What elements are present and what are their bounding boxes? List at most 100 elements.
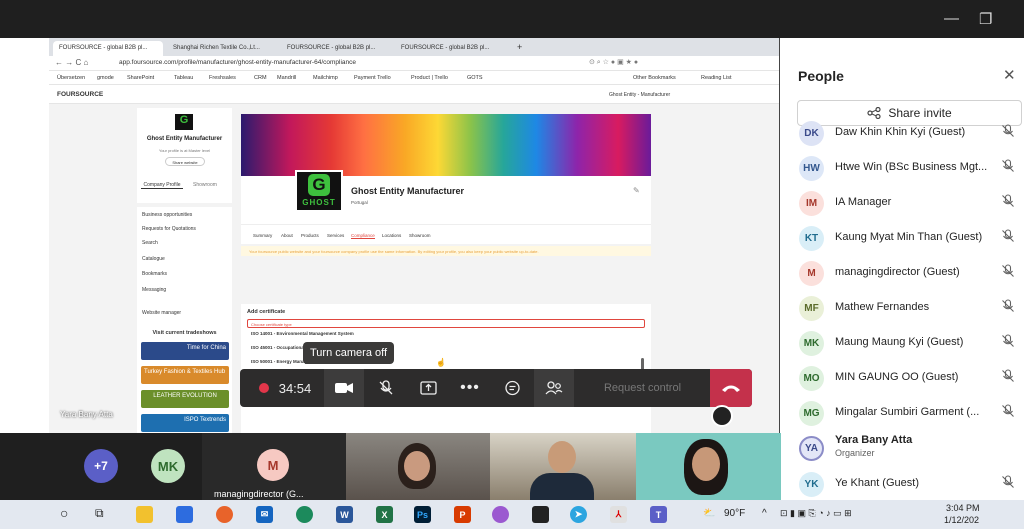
powerpoint-icon[interactable]: P (454, 506, 471, 523)
mail-icon[interactable]: ✉ (256, 506, 273, 523)
account-menu[interactable]: Ghost Entity - Manufacturer (609, 92, 670, 98)
participant-avatar-mk[interactable]: MK (151, 449, 185, 483)
showroom-tab[interactable]: Showroom (193, 182, 217, 188)
browser-tab[interactable]: FOURSOURCE - global B2B pl... (281, 41, 391, 56)
app-icon[interactable] (532, 506, 549, 523)
company-profile-tab[interactable]: Company Profile (141, 182, 183, 189)
restore-button[interactable]: ❐ (979, 10, 992, 28)
bookmark[interactable]: Product | Trello (411, 75, 448, 81)
participant-avatar: DK (799, 121, 824, 146)
leave-call-button[interactable] (710, 369, 752, 407)
bookmark[interactable]: CRM (254, 75, 267, 81)
site-brand[interactable]: FOURSOURCE (57, 91, 103, 98)
tab-locations[interactable]: Locations (382, 233, 401, 238)
camera-button[interactable] (324, 369, 364, 407)
clock-time[interactable]: 3:04 PM (946, 503, 980, 513)
participant-tile[interactable]: M managingdirector (G... (202, 433, 346, 500)
bookmark[interactable]: SharePoint (127, 75, 154, 81)
share-screen-button[interactable] (408, 369, 448, 407)
word-icon[interactable]: W (336, 506, 353, 523)
firefox-icon[interactable] (216, 506, 233, 523)
pdf-reader-icon[interactable]: ⅄ (610, 506, 627, 523)
participant-row[interactable]: YK Ye Khant (Guest) (781, 468, 1024, 500)
overflow-participants[interactable]: +7 (84, 449, 118, 483)
url-field[interactable]: app.foursource.com/profile/manufacturer/… (119, 59, 356, 66)
tradeshow-banner[interactable]: Turkey Fashion & Textiles Hub (141, 366, 229, 384)
video-tile[interactable] (636, 433, 781, 500)
participant-row[interactable]: DK Daw Khin Khin Kyi (Guest) (781, 117, 1024, 149)
tab-showroom[interactable]: Showroom (409, 233, 431, 238)
edit-icon[interactable]: ✎ (633, 186, 640, 195)
tradeshow-banner[interactable]: LEATHER EVOLUTION (141, 390, 229, 408)
browser-tab[interactable]: Shanghai Richen Textile Co.,Lt... (167, 41, 277, 56)
task-view-icon[interactable]: ⧉ (95, 506, 104, 521)
search-icon[interactable]: ○ (60, 505, 68, 521)
menu-item[interactable]: Website manager (142, 310, 181, 316)
tradeshow-banner[interactable]: Time for China (141, 342, 229, 360)
minimize-button[interactable]: — (944, 10, 959, 27)
tray-overflow-icon[interactable]: ^ (762, 508, 767, 519)
video-tile[interactable] (490, 433, 636, 500)
menu-item[interactable]: Messaging (142, 287, 166, 293)
tab-about[interactable]: About (281, 233, 293, 238)
chat-button[interactable] (492, 369, 532, 407)
other-bookmarks[interactable]: Other Bookmarks (633, 75, 676, 81)
bookmark[interactable]: Tableau (174, 75, 193, 81)
bookmark[interactable]: Übersetzen (57, 75, 85, 81)
participant-row[interactable]: MF Mathew Fernandes (781, 292, 1024, 324)
tab-summary[interactable]: Summary (253, 233, 272, 238)
tab-products[interactable]: Products (301, 233, 319, 238)
tab-services[interactable]: Services (327, 233, 344, 238)
menu-item[interactable]: Business opportunities (142, 212, 192, 218)
video-tile[interactable] (346, 433, 490, 500)
app-icon[interactable] (492, 506, 509, 523)
participant-row[interactable]: MO MIN GAUNG OO (Guest) (781, 362, 1024, 394)
edge-icon[interactable] (296, 506, 313, 523)
participant-row[interactable]: HW Htwe Win (BSc Business Mgt... (781, 152, 1024, 184)
bookmark[interactable]: Freshsales (209, 75, 236, 81)
tradeshow-banner[interactable]: ISPO Textrends (141, 414, 229, 432)
photoshop-icon[interactable]: Ps (414, 506, 431, 523)
weather-icon[interactable]: ⛅ (703, 508, 715, 519)
browser-tab[interactable]: FOURSOURCE - global B2B pl... (53, 41, 163, 56)
bookmark[interactable]: gmode (97, 75, 114, 81)
participant-row[interactable]: IM IA Manager (781, 187, 1024, 219)
more-actions-button[interactable]: ••• (450, 369, 490, 407)
close-icon[interactable]: ✕ (1003, 66, 1016, 84)
system-tray-icons[interactable]: ⊡ ▮ ▣ ⎘ ◔ ♪ ▭ ⊞ (780, 508, 852, 519)
certificate-option[interactable]: ISO 14001 - Environmental Management Sys… (251, 331, 354, 336)
bookmark[interactable]: Mailchimp (313, 75, 338, 81)
mic-button[interactable] (366, 369, 406, 407)
tab-compliance[interactable]: Compliance (351, 233, 375, 239)
teams-icon[interactable]: T (650, 506, 667, 523)
telegram-icon[interactable]: ➤ (570, 506, 587, 523)
menu-item[interactable]: Search (142, 240, 158, 246)
participant-row[interactable]: YA Yara Bany Atta Organizer (781, 432, 1024, 464)
file-explorer-icon[interactable] (136, 506, 153, 523)
bookmark[interactable]: Mandrill (277, 75, 296, 81)
menu-item[interactable]: Catalogue (142, 256, 165, 262)
new-tab-button[interactable]: + (511, 41, 525, 56)
share-website-button[interactable]: Share website (165, 157, 205, 166)
browser-tab[interactable]: FOURSOURCE - global B2B pl... (395, 41, 505, 56)
store-icon[interactable] (176, 506, 193, 523)
chat-bubble-indicator[interactable] (711, 405, 733, 427)
people-button[interactable] (534, 369, 574, 407)
company-logo: G GHOST (295, 170, 343, 212)
nav-arrows-icon[interactable]: ← → C ⌂ (55, 58, 88, 67)
reading-list[interactable]: Reading List (701, 75, 732, 81)
extension-icons[interactable]: ⊙ ⌕ ☆ ● ▣ ★ ● (589, 58, 638, 67)
certificate-select[interactable]: Choose certificate type (247, 319, 645, 328)
excel-icon[interactable]: X (376, 506, 393, 523)
clock-date[interactable]: 1/12/202 (944, 515, 979, 525)
participant-row[interactable]: MK Maung Maung Kyi (Guest) (781, 327, 1024, 359)
bookmark[interactable]: GOTS (467, 75, 483, 81)
participant-row[interactable]: MG Mingalar Sumbiri Garment (... (781, 397, 1024, 429)
menu-item[interactable]: Requests for Quotations (142, 226, 196, 232)
participant-row[interactable]: Mmanagingdirector (Guest) (781, 257, 1024, 289)
participant-row[interactable]: KT Kaung Myat Min Than (Guest) (781, 222, 1024, 254)
weather-temp[interactable]: 90°F (724, 508, 745, 519)
menu-item[interactable]: Bookmarks (142, 271, 167, 277)
request-control-button[interactable]: Request control (585, 369, 700, 407)
bookmark[interactable]: Payment Trello (354, 75, 391, 81)
